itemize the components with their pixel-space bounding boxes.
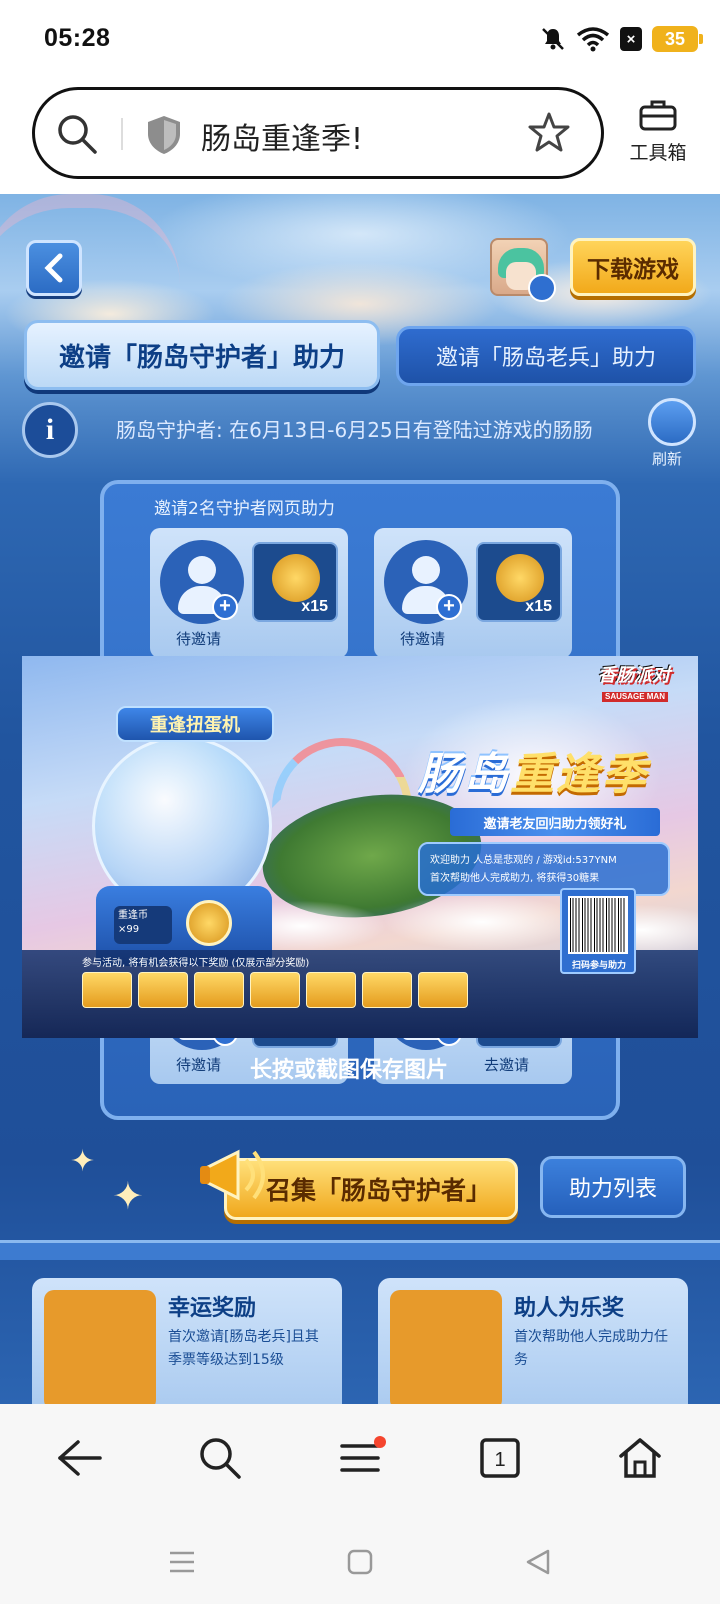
reward-item-icon: [418, 972, 468, 1008]
coin-reward-icon: x15: [252, 542, 338, 622]
share-poster[interactable]: 重逢扭蛋机 重逢币 ×99 香肠派对 SAUSAGE MAN 肠岛重逢季 邀请老…: [22, 656, 698, 1038]
reward-card-helper: 助人为乐奖 首次帮助他人完成助力任务: [378, 1278, 688, 1404]
invite-slot[interactable]: + x15 待邀请: [150, 528, 348, 658]
menu-icon[interactable]: [324, 1422, 396, 1494]
status-icons: × 35: [540, 26, 703, 52]
sparkle-icon: ✦: [70, 1144, 96, 1179]
plus-icon[interactable]: +: [212, 594, 238, 620]
switch-account-icon[interactable]: [528, 274, 556, 302]
qr-code: 扫码参与助力: [560, 888, 636, 974]
address-divider: [121, 118, 123, 150]
sparkle-icon: ✦: [112, 1174, 144, 1218]
help-list-button[interactable]: 助力列表: [540, 1156, 686, 1218]
reward-title: 助人为乐奖: [514, 1296, 625, 1321]
bookmark-star-icon[interactable]: [527, 110, 571, 154]
wifi-icon: [576, 27, 610, 52]
reward-count: x15: [525, 598, 552, 615]
tab-invite-guardian[interactable]: 邀请「肠岛守护者」助力: [24, 320, 380, 390]
home-button-icon[interactable]: [336, 1538, 384, 1586]
reward-item-icon: [250, 972, 300, 1008]
gacha-knob-icon: [186, 900, 232, 946]
qr-code-icon: [568, 896, 628, 954]
toolbox-button[interactable]: 工具箱: [612, 98, 704, 165]
search-icon[interactable]: [184, 1422, 256, 1494]
status-time: 05:28: [44, 24, 111, 52]
megaphone-icon: [200, 1149, 265, 1201]
section-divider: [0, 1240, 720, 1260]
slot-status: 待邀请: [400, 630, 446, 648]
welcome-line: 欢迎助力 人总是悲观的 / 游戏id:537YNM: [430, 855, 617, 866]
gacha-coin-box: 重逢币 ×99: [114, 906, 172, 944]
notification-dot: [374, 1436, 386, 1448]
search-icon[interactable]: [55, 112, 99, 156]
poster-reward-list: [82, 972, 468, 1008]
browser-bottom-nav: 1: [0, 1404, 720, 1512]
welcome-line: 首次帮助他人完成助力, 将获得30糖果: [430, 873, 600, 884]
poster-note: 参与活动, 将有机会获得以下奖励 (仅展示部分奖励): [82, 958, 310, 969]
save-image-hint: 长按或截图保存图片: [250, 1058, 449, 1083]
address-bar[interactable]: 肠岛重逢季!: [32, 87, 604, 179]
info-text: 肠岛守护者: 在6月13日-6月25日有登陆过游戏的肠肠: [116, 418, 593, 442]
status-bar: 05:28 × 35: [0, 0, 720, 78]
toolbox-label: 工具箱: [629, 142, 687, 164]
gacha-coin-count: ×99: [118, 924, 140, 935]
reward-item-icon: [306, 972, 356, 1008]
plus-icon[interactable]: +: [436, 594, 462, 620]
back-button[interactable]: [26, 240, 82, 296]
back-arrow-icon[interactable]: [44, 1422, 116, 1494]
tab-invite-veteran[interactable]: 邀请「肠岛老兵」助力: [396, 326, 696, 386]
reward-item-icon: [362, 972, 412, 1008]
poster-title: 肠岛重逢季: [418, 738, 648, 802]
system-nav-bar: [0, 1512, 720, 1604]
system-back-icon[interactable]: [514, 1538, 562, 1586]
download-game-button[interactable]: 下载游戏: [570, 238, 696, 296]
qr-label: 扫码参与助力: [571, 961, 626, 971]
reward-card-lucky: 幸运奖励 首次邀请[肠岛老兵]且其季票等级达到15级: [32, 1278, 342, 1404]
reward-desc: 首次帮助他人完成助力任务: [514, 1329, 668, 1368]
slot-status: 去邀请: [484, 1056, 530, 1074]
reward-item-icon: [194, 972, 244, 1008]
poster-ribbon: 邀请老友回归助力领好礼: [450, 808, 660, 836]
gacha-coin-label: 重逢币: [118, 910, 148, 921]
candy-reward-image: [390, 1290, 502, 1404]
refresh-icon[interactable]: [648, 398, 696, 446]
reward-item-icon: [138, 972, 188, 1008]
battery-icon: 35: [652, 26, 703, 52]
gacha-label: 重逢扭蛋机: [116, 706, 274, 742]
reward-count: x15: [301, 598, 328, 615]
tabs-icon[interactable]: 1: [464, 1422, 536, 1494]
refresh-label: 刷新: [652, 450, 683, 468]
toolbox-icon: [639, 100, 677, 131]
gacha-machine-image: 重逢扭蛋机 重逢币 ×99: [56, 680, 274, 966]
reward-item-icon: [82, 972, 132, 1008]
recent-apps-icon[interactable]: [158, 1538, 206, 1586]
tab-count: 1: [494, 1449, 505, 1471]
reward-desc: 首次邀请[肠岛老兵]且其季票等级达到15级: [168, 1329, 319, 1368]
x-badge-icon: ×: [620, 27, 642, 51]
reward-title: 幸运奖励: [168, 1296, 257, 1321]
page-title[interactable]: 肠岛重逢季!: [201, 114, 363, 158]
info-icon[interactable]: i: [22, 402, 78, 458]
invite-slot[interactable]: + x15 待邀请: [374, 528, 572, 658]
home-icon[interactable]: [604, 1422, 676, 1494]
coin-reward-icon: x15: [476, 542, 562, 622]
brand-sub: SAUSAGE MAN: [602, 692, 668, 702]
address-row: 肠岛重逢季! 工具箱: [0, 78, 720, 194]
panel-title: 邀请2名守护者网页助力: [154, 499, 335, 519]
slot-status: 待邀请: [176, 630, 222, 648]
chevron-left-icon: [44, 253, 63, 283]
lucky-reward-image: [44, 1290, 156, 1404]
slot-status: 待邀请: [176, 1056, 222, 1074]
mute-icon: [542, 28, 564, 50]
poster-title-part1: 肠岛: [418, 749, 510, 800]
shield-icon[interactable]: [145, 114, 183, 156]
poster-title-part2: 重逢季: [510, 749, 648, 800]
